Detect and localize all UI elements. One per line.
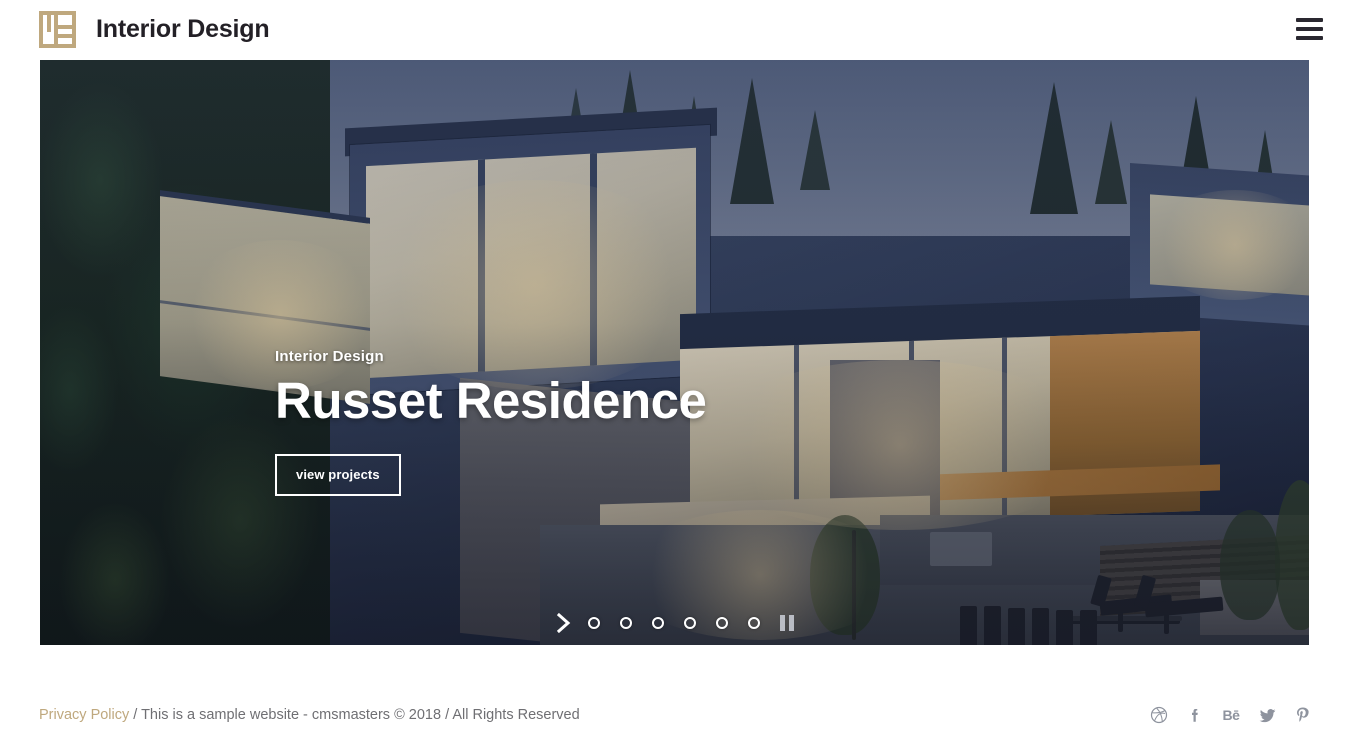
slide-dot-icon[interactable] — [652, 617, 664, 629]
privacy-policy-link[interactable]: Privacy Policy — [39, 707, 129, 723]
twitter-icon[interactable] — [1257, 705, 1277, 725]
hamburger-menu-icon[interactable] — [1296, 18, 1323, 40]
slide-dot-icon[interactable] — [684, 617, 696, 629]
hero-slider: Interior Design Russet Residence view pr… — [40, 60, 1309, 645]
facebook-icon[interactable] — [1185, 705, 1205, 725]
chevron-right-icon[interactable] — [551, 610, 577, 636]
site-footer: Privacy Policy / This is a sample websit… — [0, 679, 1349, 751]
dribbble-icon[interactable] — [1149, 705, 1169, 725]
brand-logo-link[interactable]: Interior Design — [39, 11, 270, 48]
site-title: Interior Design — [96, 15, 270, 43]
behance-icon[interactable]: Bē — [1221, 705, 1241, 725]
slider-controls — [40, 610, 1309, 636]
slide-dot-icon[interactable] — [620, 617, 632, 629]
view-projects-button[interactable]: view projects — [275, 454, 401, 497]
slide-dots — [588, 617, 760, 629]
pinterest-icon[interactable] — [1293, 705, 1313, 725]
pause-icon[interactable] — [780, 615, 798, 631]
hero-title: Russet Residence — [275, 372, 707, 429]
copyright-text: / This is a sample website - cmsmasters … — [129, 707, 580, 723]
slide-dot-icon[interactable] — [588, 617, 600, 629]
slide-dot-icon[interactable] — [716, 617, 728, 629]
hero-caption: Interior Design Russet Residence view pr… — [275, 348, 707, 497]
hero-subtitle: Interior Design — [275, 348, 384, 365]
slide-dot-icon[interactable] — [748, 617, 760, 629]
social-links: Bē — [1149, 705, 1313, 725]
footer-copyright: Privacy Policy / This is a sample websit… — [39, 707, 580, 723]
interior-design-logo-mark-icon — [39, 11, 76, 48]
site-header: Interior Design — [0, 0, 1349, 60]
